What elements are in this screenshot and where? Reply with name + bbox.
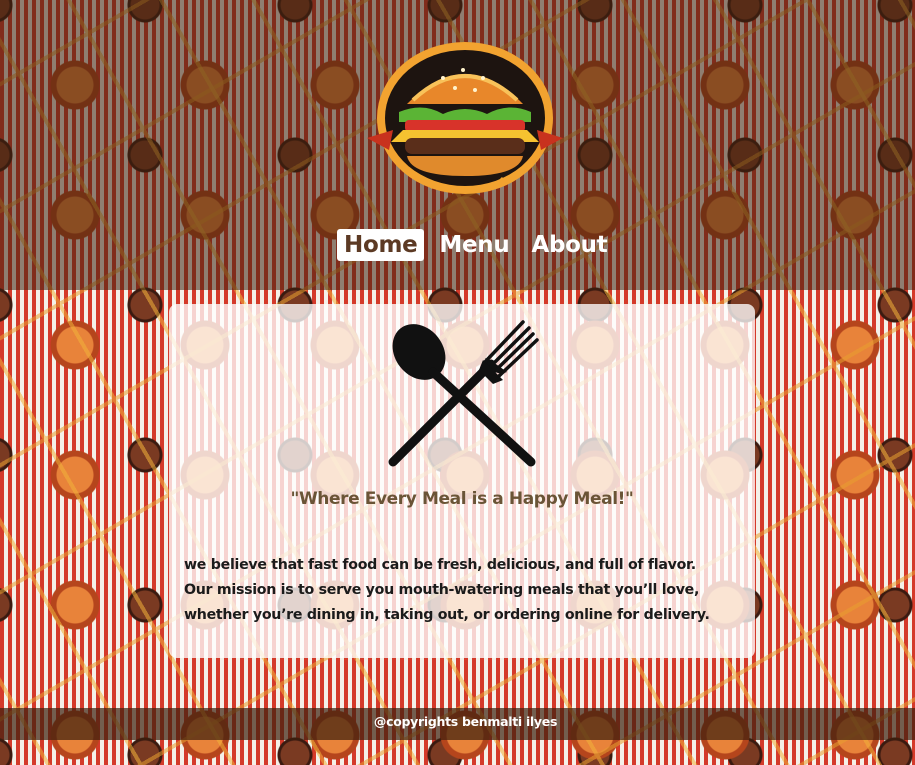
spoon-fork-icon [388, 320, 539, 467]
nav-item-home[interactable]: Home [337, 229, 425, 261]
nav-item-about[interactable]: About [524, 229, 614, 261]
copyright-text: @copyrights benmalti ilyes [373, 714, 558, 729]
mission-text: we believe that fast food can be fresh, … [184, 553, 754, 628]
burger-logo-icon [367, 42, 563, 194]
main-nav: Home Menu About [337, 229, 614, 261]
mission-line: whether you’re dining in, taking out, or… [184, 607, 710, 623]
mission-line: Our mission is to serve you mouth-wateri… [184, 582, 700, 598]
page: Home Menu About "Where Every Meal is a H… [0, 0, 915, 765]
nav-item-menu[interactable]: Menu [432, 229, 516, 261]
mission-line: we believe that fast food can be fresh, … [184, 557, 696, 573]
tagline: "Where Every Meal is a Happy Meal!" [290, 489, 634, 509]
